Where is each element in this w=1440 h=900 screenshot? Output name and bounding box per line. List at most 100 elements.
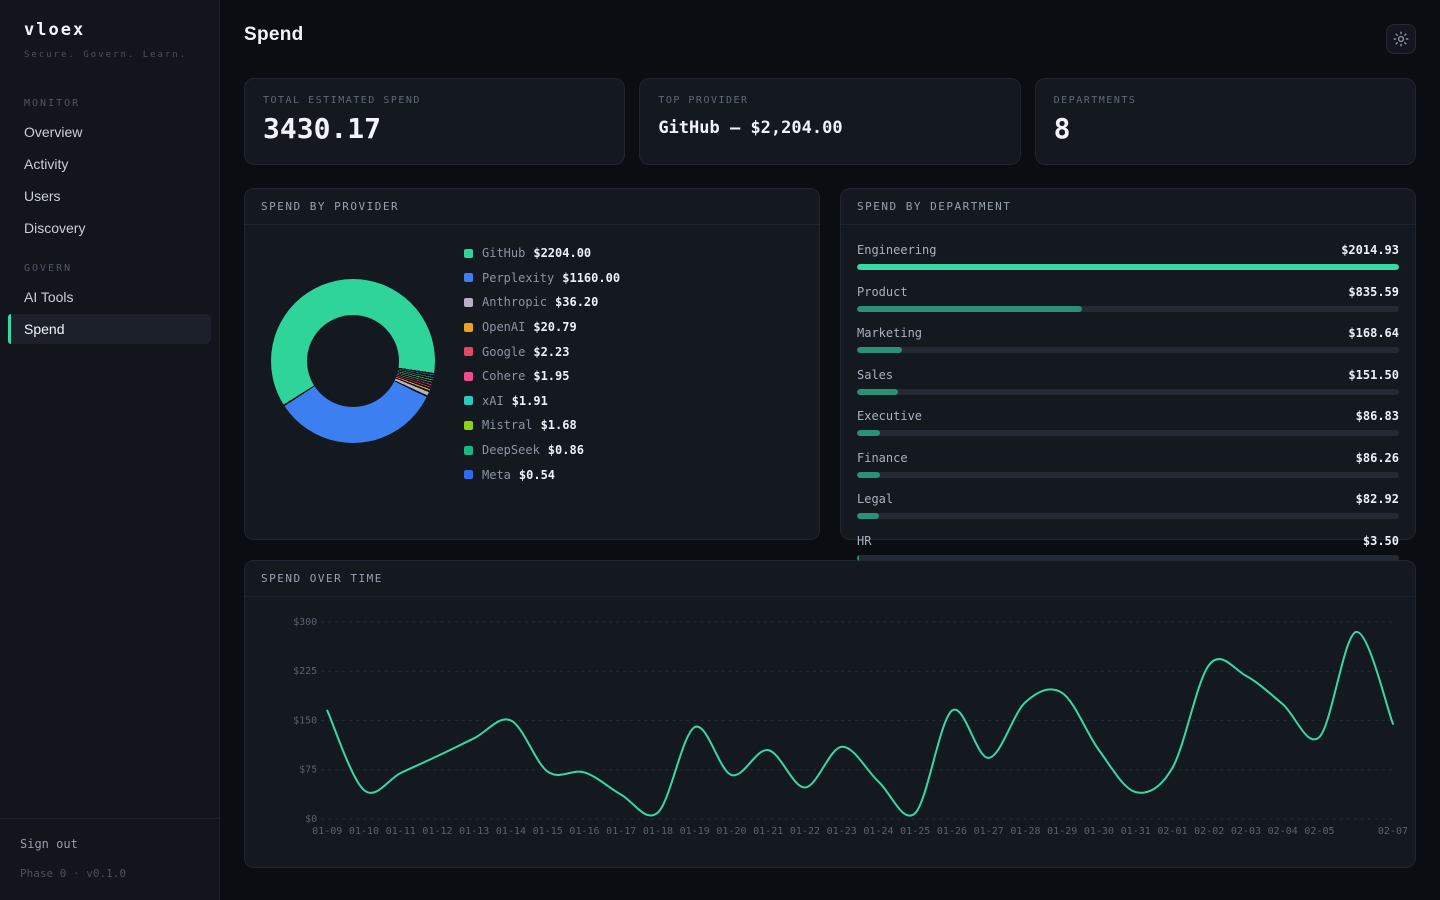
legend-item-mistral[interactable]: Mistral $1.68 [464, 413, 620, 438]
spend-line-series [327, 632, 1393, 816]
department-bar-track [857, 472, 1399, 478]
x-axis-tick-label: 01-23 [827, 826, 857, 837]
legend-swatch [464, 470, 473, 479]
legend-item-deepseek[interactable]: DeepSeek$0.86 [464, 438, 620, 463]
x-axis-tick-label: 01-20 [716, 826, 746, 837]
sidebar-item-spend[interactable]: Spend [8, 314, 211, 344]
settings-button[interactable] [1386, 24, 1416, 54]
legend-value: $0.54 [519, 468, 555, 482]
legend-label: Perplexity [482, 271, 554, 285]
sidebar-item-ai-tools[interactable]: AI Tools [8, 282, 211, 312]
sidebar: vloex Secure. Govern. Learn. MONITOR Over… [0, 0, 220, 900]
stat-value-top-provider: GitHub — $2,204.00 [658, 118, 1001, 138]
sidebar-item-overview[interactable]: Overview [8, 117, 211, 147]
department-bar-fill [857, 389, 898, 395]
department-value: $86.83 [1356, 409, 1399, 423]
y-axis-tick-label: $225 [293, 666, 317, 677]
stat-value-departments: 8 [1054, 112, 1397, 145]
department-bar-track [857, 347, 1399, 353]
legend-value: $36.20 [555, 295, 598, 309]
sun-gear-icon [1393, 31, 1409, 47]
department-bar-fill [857, 472, 880, 478]
department-name: Product [857, 285, 908, 299]
legend-value: $1160.00 [562, 271, 620, 285]
legend-swatch [464, 323, 473, 332]
x-axis-tick-label: 01-15 [533, 826, 563, 837]
department-row-engineering: Engineering$2014.93 [857, 243, 1399, 270]
brand-tagline: Secure. Govern. Learn. [24, 50, 195, 60]
spend-by-department-card: SPEND BY DEPARTMENT Engineering$2014.93P… [840, 188, 1416, 540]
x-axis-tick-label: 02-04 [1268, 826, 1298, 837]
x-axis-tick-label: 01-31 [1121, 826, 1151, 837]
department-bar-fill [857, 306, 1082, 312]
department-name: Executive [857, 409, 922, 423]
legend-swatch [464, 347, 473, 356]
legend-item-github[interactable]: GitHub $2204.00 [464, 241, 620, 266]
stat-card-departments: DEPARTMENTS 8 [1035, 78, 1416, 165]
brand-logo: vloex [24, 20, 195, 40]
nav-section-label-govern: GOVERN [24, 263, 211, 274]
x-axis-tick-label: 02-03 [1231, 826, 1261, 837]
spend-over-time-card: SPEND OVER TIME $0$75$150$225$30001-0901… [244, 560, 1416, 868]
x-axis-tick-label: 02-07 [1378, 826, 1407, 837]
legend-item-google[interactable]: Google$2.23 [464, 339, 620, 364]
legend-swatch [464, 421, 473, 430]
x-axis-tick-label: 02-01 [1157, 826, 1187, 837]
department-bar-track [857, 430, 1399, 436]
nav-section-label-monitor: MONITOR [24, 98, 211, 109]
department-bar-fill [857, 430, 880, 436]
x-axis-tick-label: 01-13 [459, 826, 489, 837]
department-bar-fill [857, 264, 1399, 270]
legend-value: $0.86 [548, 443, 584, 457]
main-content: Spend TOTAL ESTIMATED SPEND 3430.17 TOP … [220, 0, 1440, 900]
legend-item-meta[interactable]: Meta $0.54 [464, 462, 620, 487]
legend-value: $2204.00 [533, 246, 591, 260]
department-row-product: Product $835.59 [857, 285, 1399, 312]
y-axis-tick-label: $75 [299, 765, 317, 776]
legend-item-anthropic[interactable]: Anthropic$36.20 [464, 290, 620, 315]
legend-label: Mistral [482, 418, 533, 432]
legend-item-perplexity[interactable]: Perplexity $1160.00 [464, 266, 620, 291]
legend-item-cohere[interactable]: Cohere$1.95 [464, 364, 620, 389]
department-value: $835.59 [1348, 285, 1399, 299]
legend-item-openai[interactable]: OpenAI$20.79 [464, 315, 620, 340]
legend-label: GitHub [482, 246, 525, 260]
x-axis-tick-label: 02-02 [1194, 826, 1224, 837]
x-axis-tick-label: 02-05 [1304, 826, 1334, 837]
legend-value: $1.91 [512, 394, 548, 408]
sidebar-item-discovery[interactable]: Discovery [8, 213, 211, 243]
y-axis-tick-label: $300 [293, 617, 317, 628]
legend-value: $1.68 [541, 418, 577, 432]
donut-hole [307, 315, 399, 407]
department-bar-fill [857, 513, 879, 519]
department-bar-track [857, 264, 1399, 270]
legend-value: $20.79 [533, 320, 576, 334]
legend-label: Meta [482, 468, 511, 482]
x-axis-tick-label: 01-21 [753, 826, 783, 837]
page-title: Spend [244, 24, 304, 46]
sign-out-button[interactable]: Sign out [20, 837, 199, 851]
x-axis-tick-label: 01-27 [974, 826, 1004, 837]
sidebar-footer: Sign out Phase 0 · v0.1.0 [0, 818, 219, 900]
spend-by-provider-title: SPEND BY PROVIDER [245, 189, 819, 225]
x-axis-tick-label: 01-30 [1084, 826, 1114, 837]
legend-swatch [464, 396, 473, 405]
sidebar-item-activity[interactable]: Activity [8, 149, 211, 179]
spend-by-provider-card: SPEND BY PROVIDER GitHub $2204.00 Perplexi… [244, 188, 820, 540]
stat-card-total-spend: TOTAL ESTIMATED SPEND 3430.17 [244, 78, 625, 165]
provider-donut-chart[interactable] [271, 279, 435, 443]
legend-item-xai[interactable]: xAI$1.91 [464, 389, 620, 414]
department-name: Legal [857, 492, 893, 506]
spend-over-time-line-chart[interactable]: $0$75$150$225$30001-0901-1001-1101-1201-… [253, 601, 1407, 853]
department-name: Sales [857, 368, 893, 382]
department-row-executive: Executive $86.83 [857, 409, 1399, 436]
legend-swatch [464, 273, 473, 282]
department-value: $2014.93 [1341, 243, 1399, 257]
x-axis-tick-label: 01-14 [496, 826, 526, 837]
department-name: Finance [857, 451, 908, 465]
x-axis-tick-label: 01-22 [790, 826, 820, 837]
department-bar-fill [857, 347, 902, 353]
sidebar-item-users[interactable]: Users [8, 181, 211, 211]
stat-label: DEPARTMENTS [1054, 95, 1397, 106]
x-axis-tick-label: 01-16 [569, 826, 599, 837]
